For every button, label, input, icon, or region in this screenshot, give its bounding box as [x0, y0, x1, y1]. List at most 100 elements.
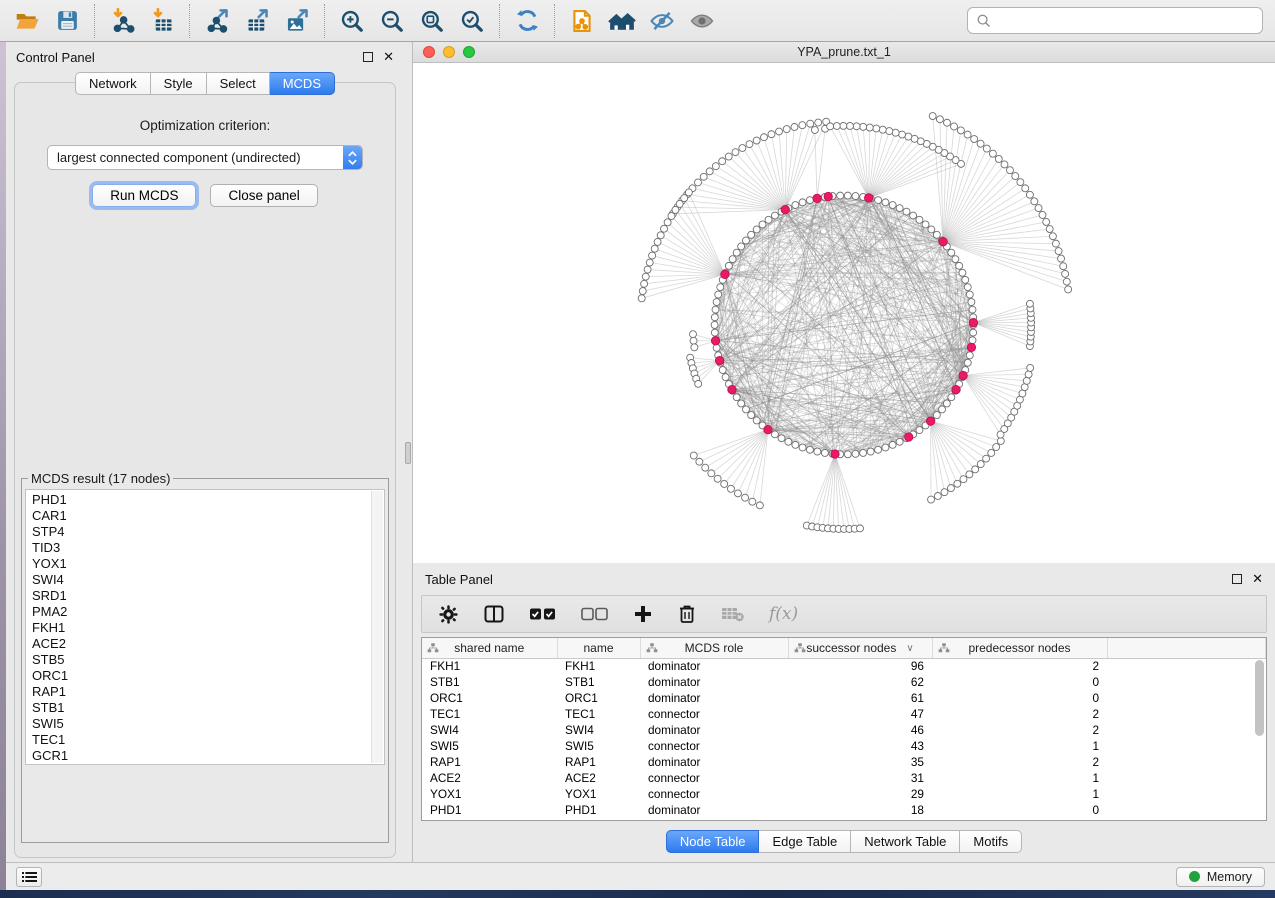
splitter-handle[interactable]	[405, 442, 411, 464]
unselect-all-columns-icon[interactable]	[581, 607, 609, 621]
list-item[interactable]: FKH1	[32, 620, 384, 636]
memory-label: Memory	[1207, 870, 1252, 884]
list-item[interactable]: SRD1	[32, 588, 384, 604]
table-options-gear-icon[interactable]	[438, 604, 459, 625]
list-item[interactable]: PMA2	[32, 604, 384, 620]
list-icon	[22, 871, 37, 883]
table-row[interactable]: SWI4SWI4dominator462	[422, 722, 1266, 738]
import-table-icon[interactable]	[145, 4, 179, 38]
close-panel-button[interactable]: Close panel	[210, 184, 317, 207]
network-from-file-icon[interactable]	[565, 4, 599, 38]
tab-mcds[interactable]: MCDS	[270, 72, 335, 95]
memory-status-icon	[1189, 871, 1200, 882]
criterion-selected-value: largest connected component (undirected)	[48, 150, 343, 165]
hide-selected-icon[interactable]	[645, 4, 679, 38]
table-row[interactable]: RAP1RAP1dominator352	[422, 754, 1266, 770]
create-column-icon[interactable]	[633, 604, 653, 624]
tab-select[interactable]: Select	[207, 72, 270, 95]
orgchart-icon	[938, 642, 950, 657]
panel-splitter[interactable]	[404, 42, 412, 862]
network-window-title: YPA_prune.txt_1	[413, 45, 1275, 59]
close-panel-icon[interactable]: ✕	[1252, 574, 1263, 584]
network-window-titlebar[interactable]: YPA_prune.txt_1	[413, 42, 1275, 63]
zoom-fit-icon[interactable]	[415, 4, 449, 38]
save-session-icon[interactable]	[50, 4, 84, 38]
table-header-row: shared name name MCDS role successor nod…	[422, 638, 1266, 658]
list-item[interactable]: ACE2	[32, 636, 384, 652]
list-item[interactable]: TEC1	[32, 732, 384, 748]
zoom-selected-icon[interactable]	[455, 4, 489, 38]
sort-chevron-icon[interactable]: ∨	[906, 643, 913, 654]
first-neighbors-icon[interactable]	[605, 4, 639, 38]
close-panel-icon[interactable]: ✕	[383, 52, 394, 62]
zoom-out-icon[interactable]	[375, 4, 409, 38]
application-window: Control Panel ✕ Network Style Select MCD…	[0, 0, 1275, 898]
float-panel-icon[interactable]	[1232, 574, 1242, 584]
list-item[interactable]: SWI4	[32, 572, 384, 588]
task-history-button[interactable]	[16, 867, 42, 887]
list-item[interactable]: TID3	[32, 540, 384, 556]
open-file-icon[interactable]	[10, 4, 44, 38]
column-header-shared-name[interactable]: shared name	[422, 638, 557, 658]
export-table-icon[interactable]	[240, 4, 274, 38]
table-row[interactable]: TEC1TEC1connector472	[422, 706, 1266, 722]
list-item[interactable]: STB1	[32, 700, 384, 716]
list-item[interactable]: YOX1	[32, 556, 384, 572]
delete-column-icon[interactable]	[677, 603, 697, 625]
tab-network-table[interactable]: Network Table	[851, 830, 960, 853]
column-header-predecessor-nodes[interactable]: predecessor nodes	[932, 638, 1107, 658]
float-panel-icon[interactable]	[363, 52, 373, 62]
list-item[interactable]: GCR1	[32, 748, 384, 764]
list-item[interactable]: PHD1	[32, 492, 384, 508]
table-panel-tabs: Node Table Edge Table Network Table Moti…	[413, 830, 1275, 853]
table-row[interactable]: YOX1YOX1connector291	[422, 786, 1266, 802]
network-canvas[interactable]	[413, 63, 1275, 563]
control-panel-tabs: Network Style Select MCDS	[6, 72, 404, 95]
import-network-icon[interactable]	[105, 4, 139, 38]
table-row[interactable]: ORC1ORC1dominator610	[422, 690, 1266, 706]
show-all-icon[interactable]	[685, 4, 719, 38]
list-item[interactable]: STB5	[32, 652, 384, 668]
table-row[interactable]: ACE2ACE2connector311	[422, 770, 1266, 786]
apply-layout-icon[interactable]	[510, 4, 544, 38]
export-network-icon[interactable]	[200, 4, 234, 38]
orgchart-icon	[427, 642, 439, 657]
optimization-criterion-label: Optimization criterion:	[15, 118, 395, 133]
search-input[interactable]	[997, 13, 1254, 28]
control-panel: Control Panel ✕ Network Style Select MCD…	[6, 42, 404, 862]
list-item[interactable]: STP4	[32, 524, 384, 540]
tab-node-table[interactable]: Node Table	[666, 830, 760, 853]
run-mcds-button[interactable]: Run MCDS	[92, 184, 196, 207]
zoom-in-icon[interactable]	[335, 4, 369, 38]
show-columns-icon[interactable]	[483, 603, 505, 625]
list-item[interactable]: CAR1	[32, 508, 384, 524]
mcds-tab-content: Optimization criterion: largest connecte…	[14, 82, 396, 858]
criterion-select[interactable]: largest connected component (undirected)	[47, 145, 363, 170]
tab-edge-table[interactable]: Edge Table	[759, 830, 851, 853]
memory-button[interactable]: Memory	[1176, 867, 1265, 887]
table-scrollbar[interactable]	[1255, 660, 1264, 736]
table-row[interactable]: FKH1FKH1dominator962	[422, 658, 1266, 674]
tab-style[interactable]: Style	[151, 72, 207, 95]
tab-motifs[interactable]: Motifs	[960, 830, 1022, 853]
column-header-filler	[1107, 638, 1266, 658]
tab-network[interactable]: Network	[75, 72, 151, 95]
column-header-name[interactable]: name	[557, 638, 640, 658]
table-toolbar: f(x)	[421, 595, 1267, 633]
function-builder-icon: f(x)	[769, 604, 798, 624]
column-header-mcds-role[interactable]: MCDS role	[640, 638, 788, 658]
table-row[interactable]: STB1STB1dominator620	[422, 674, 1266, 690]
list-item[interactable]: RAP1	[32, 684, 384, 700]
table-row[interactable]: SWI5SWI5connector431	[422, 738, 1266, 754]
list-item[interactable]: SWI5	[32, 716, 384, 732]
export-image-icon[interactable]	[280, 4, 314, 38]
column-header-successor-nodes[interactable]: successor nodes∨	[788, 638, 932, 658]
select-all-columns-icon[interactable]	[529, 607, 557, 621]
list-scrollbar[interactable]	[371, 491, 383, 763]
list-item[interactable]: ORC1	[32, 668, 384, 684]
search-box[interactable]	[967, 7, 1263, 34]
node-table[interactable]: shared name name MCDS role successor nod…	[421, 637, 1267, 821]
mcds-result-list[interactable]: PHD1 CAR1 STP4 TID3 YOX1 SWI4 SRD1 PMA2 …	[25, 489, 385, 765]
table-row[interactable]: PHD1PHD1dominator180	[422, 802, 1266, 818]
orgchart-icon	[646, 642, 658, 657]
